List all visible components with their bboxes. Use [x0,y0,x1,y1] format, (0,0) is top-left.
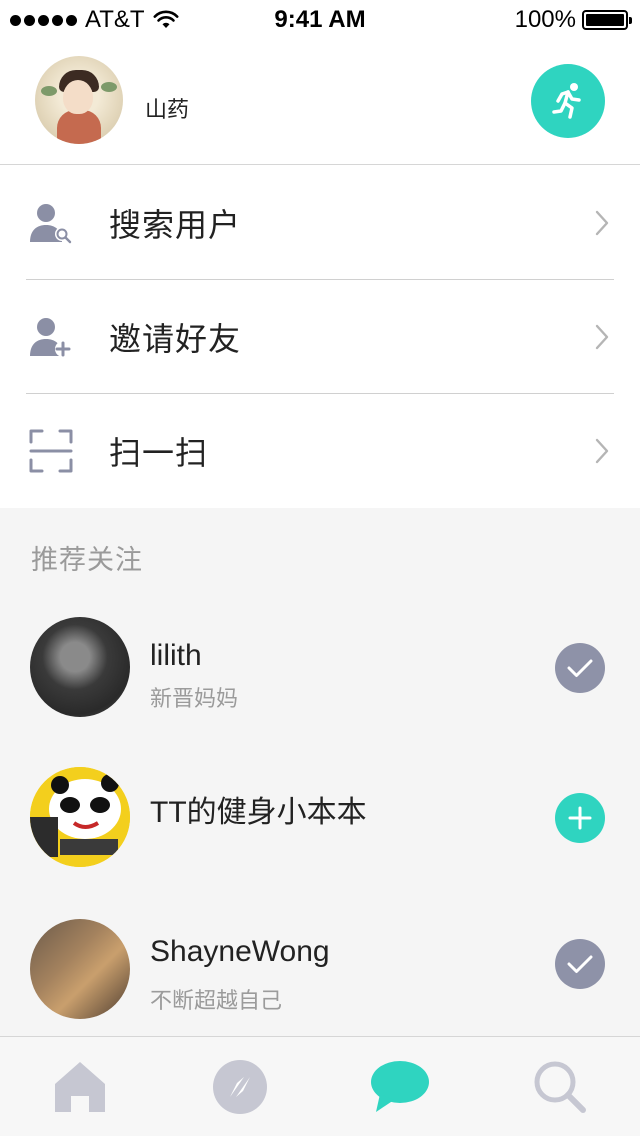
action-menu: 搜索用户 邀请好友 扫一扫 [0,166,640,507]
chevron-right-icon [595,324,609,349]
menu-item-search-user[interactable]: 搜索用户 [0,166,640,279]
user-name: TT的健身小本本 [150,796,367,829]
home-icon [55,1062,105,1112]
panda-icon [30,767,130,867]
running-button[interactable] [531,64,605,138]
menu-item-scan[interactable]: 扫一扫 [0,394,640,507]
tab-bar [0,1036,640,1136]
signal-icon [10,14,77,26]
wifi-icon [153,10,179,28]
plus-icon [568,806,592,830]
running-icon [552,83,581,119]
menu-item-invite-friend[interactable]: 邀请好友 [0,280,640,393]
avatar[interactable] [30,919,130,1019]
avatar[interactable] [30,617,130,717]
followed-button[interactable] [555,939,605,989]
profile-header: 山药 [0,40,640,165]
status-bar: AT&T 9:41 AM 100% [0,0,640,40]
battery-percent: 100% [514,6,576,33]
user-bio: 不断超越自己 [150,988,283,1013]
battery-icon [582,10,632,30]
user-name: lilith [150,639,202,672]
carrier-label: AT&T [85,6,145,33]
scan-icon [29,429,73,472]
status-right: 100% [515,6,640,34]
chat-icon [371,1061,429,1112]
checkmark-icon [567,955,593,973]
list-item[interactable]: TT的健身小本本 [0,767,640,897]
menu-label-search-user: 搜索用户 [109,206,242,243]
search-user-icon [30,203,72,243]
tab-messages[interactable] [320,1037,480,1137]
menu-label-invite-friend: 邀请好友 [109,320,242,357]
avatar[interactable] [30,767,130,867]
compass-icon [213,1060,267,1114]
chevron-right-icon [595,438,609,463]
status-left: AT&T [0,6,179,34]
tab-home[interactable] [0,1037,160,1137]
username-label: 山药 [145,97,190,122]
tab-discover[interactable] [160,1037,320,1137]
search-icon [534,1061,586,1113]
add-friend-icon [30,317,71,357]
user-avatar[interactable] [35,56,123,144]
list-item[interactable]: ShayneWong 不断超越自己 [0,919,640,1049]
chevron-right-icon [595,210,609,235]
user-bio: 新晋妈妈 [150,686,239,711]
list-item[interactable]: lilith 新晋妈妈 [0,617,640,747]
checkmark-icon [567,659,593,677]
menu-label-scan: 扫一扫 [109,434,209,471]
tab-search[interactable] [480,1037,640,1137]
follow-button[interactable] [555,793,605,843]
user-name: ShayneWong [150,935,330,968]
section-title: 推荐关注 [31,545,143,575]
recommend-section: 推荐关注 lilith 新晋妈妈 TT的健身小本本 ShayneWong 不断超… [0,508,640,1036]
followed-button[interactable] [555,643,605,693]
